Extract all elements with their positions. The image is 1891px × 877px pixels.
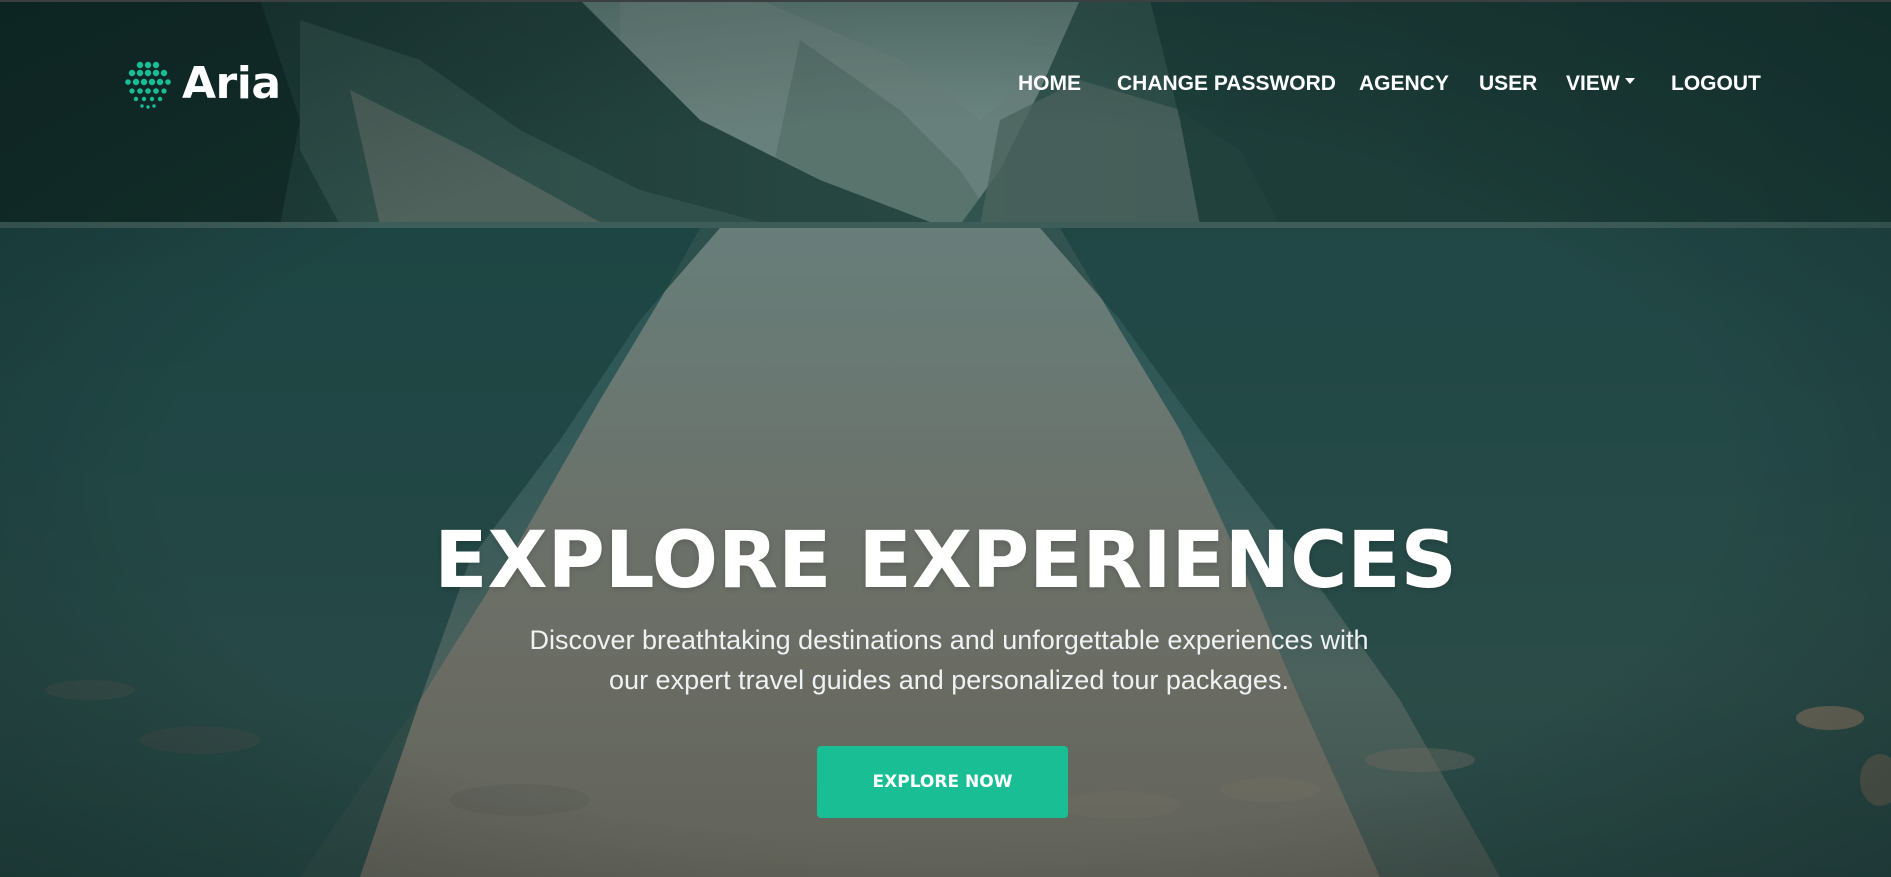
dot-grid-logo-icon	[125, 61, 171, 109]
brand-name: Aria	[182, 58, 281, 109]
explore-now-button[interactable]: EXPLORE NOW	[817, 746, 1068, 818]
navbar: Aria HOME CHANGE PASSWORD AGENCY USER VI…	[0, 0, 1891, 170]
nav-change-password-link[interactable]: CHANGE PASSWORD	[1117, 70, 1336, 98]
nav-view-dropdown[interactable]: VIEW	[1566, 70, 1635, 98]
brand-logo-link[interactable]: Aria	[120, 56, 281, 112]
nav-user-link[interactable]: USER	[1479, 70, 1537, 98]
hero-title: EXPLORE EXPERIENCES	[434, 516, 1457, 606]
hero-subtitle-line-2: our expert travel guides and personalize…	[609, 665, 1289, 695]
nav-logout-link[interactable]: LOGOUT	[1671, 70, 1761, 98]
hero-section: Aria HOME CHANGE PASSWORD AGENCY USER VI…	[0, 0, 1891, 877]
nav-agency-link[interactable]: AGENCY	[1359, 70, 1449, 98]
nav-home-link[interactable]: HOME	[1018, 70, 1081, 98]
hero-subtitle-line-1: Discover breathtaking destinations and u…	[529, 625, 1369, 655]
hero-subtitle: Discover breathtaking destinations and u…	[480, 620, 1418, 700]
nav-view-label: VIEW	[1566, 72, 1620, 95]
caret-down-icon	[1624, 78, 1635, 85]
